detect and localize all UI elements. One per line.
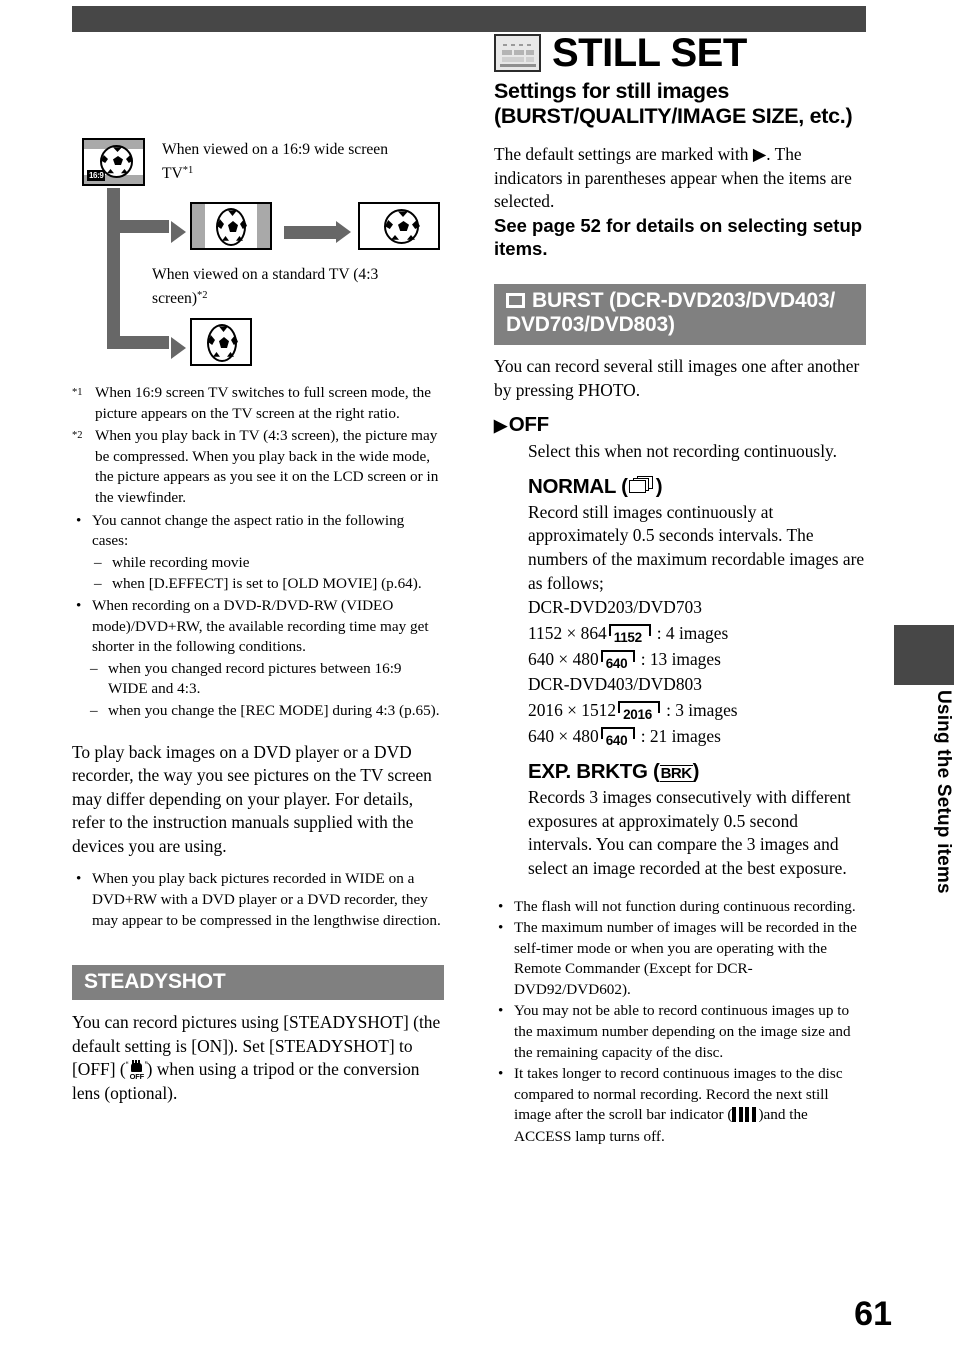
footnote-1: *1 When 16:9 screen TV switches to full … [72, 383, 444, 424]
size-2016-result: : 3 images [666, 700, 738, 721]
note-max-images: The maximum number of images will be rec… [494, 918, 866, 1000]
option-exp-brktg-label: EXP. BRKTG ( [528, 760, 660, 784]
image-size-icon-1152: 1152 [608, 623, 655, 644]
footnote-1-mark: *1 [72, 387, 83, 398]
badge-16-9: 16:9 [87, 170, 106, 181]
steadyshot-off-icon: “” OFF [125, 1060, 148, 1082]
paragraph-dvd-playback: To play back images on a DVD player or a… [72, 741, 432, 856]
bullet-aspect-ratio: You cannot change the aspect ratio in th… [72, 511, 444, 552]
steadyshot-body: You can record pictures using [STEADYSHO… [72, 1011, 444, 1105]
label-standard-screen-sup: *2 [197, 289, 208, 301]
section-header-burst: BURST (DCR-DVD203/DVD403/ DVD703/DVD803) [494, 283, 866, 345]
top-header-band [72, 6, 866, 32]
manual-page: 16:9 When viewed on a 16:9 wide screen T… [0, 0, 954, 1357]
bullet-wide-dvdplusrw-text: When you play back pictures recorded in … [92, 870, 441, 929]
bullet-wide-dvdplusrw: When you play back pictures recorded in … [72, 869, 444, 931]
diagram-trunk [107, 188, 120, 349]
section-header-steadyshot-label: STEADYSHOT [84, 970, 226, 994]
source-16-9-thumbnail: 16:9 [82, 138, 145, 186]
aspect-ratio-diagram: 16:9 When viewed on a 16:9 wide screen T… [72, 130, 444, 373]
footnote-2-text: When you play back in TV (4:3 screen), t… [95, 427, 439, 506]
still-set-icon [494, 34, 541, 72]
note-max-images-text: The maximum number of images will be rec… [514, 919, 857, 998]
bullet-aspect-ratio-text: You cannot change the aspect ratio in th… [92, 511, 405, 550]
footnote-2-mark: *2 [72, 430, 83, 442]
label-wide-screen: When viewed on a 16:9 wide screen TV*1 [162, 140, 402, 184]
page-subtitle-line2: (BURST/QUALITY/IMAGE SIZE, etc.) [494, 104, 853, 128]
option-normal: NORMAL () [528, 474, 866, 500]
burst-square-icon [506, 292, 525, 308]
option-off-label: OFF [508, 413, 549, 437]
sub-bullet-rec-mode: when you change the [REC MODE] during 4:… [72, 701, 444, 722]
option-exp-brktg-body: Records 3 images consecutively with diff… [528, 787, 851, 878]
bullet-dvd-recording-time-text: When recording on a DVD-R/DVD-RW (VIDEO … [92, 596, 429, 656]
intro-text: The default settings are marked with ▶. … [494, 144, 852, 212]
soccer-ball-icon [216, 208, 247, 246]
option-exp-brktg: EXP. BRKTG (BRK) [528, 759, 866, 785]
section-header-burst-line2: DVD703/DVD803) [506, 312, 675, 336]
note-scroll-bar: It takes longer to record continuous ima… [494, 1064, 866, 1147]
size-640b-result: : 21 images [640, 726, 721, 747]
note-flash: The flash will not function during conti… [494, 897, 866, 918]
image-size-icon-2016: 2016 [618, 700, 664, 721]
image-size-icon-640: 640 [600, 649, 639, 670]
model-name-203-703: DCR-DVD203/DVD703 [528, 597, 702, 618]
option-normal-label: NORMAL ( [528, 474, 628, 498]
section-header-burst-line1: BURST (DCR-DVD203/DVD403/ [532, 288, 836, 312]
section-header-steadyshot: STEADYSHOT [72, 965, 444, 1001]
tv-4-3 [190, 318, 252, 366]
default-marker-icon: ▶ [494, 416, 507, 436]
model-name-403-803: DCR-DVD403/DVD803 [528, 674, 702, 695]
sub-bullet-old-movie: when [D.EFFECT] is set to [OLD MOVIE] (p… [72, 574, 444, 595]
size-1152-result: : 4 images [656, 623, 729, 644]
page-subtitle-line1: Settings for still images [494, 79, 730, 103]
stacked-images-icon [628, 475, 655, 493]
option-exp-brktg-label-suffix: ) [692, 760, 700, 784]
label-wide-screen-text: When viewed on a 16:9 wide screen TV [162, 141, 389, 182]
page-title-row: STILL SET [494, 32, 866, 74]
side-tab-block [894, 625, 954, 685]
size-line-640-b: 640 × 480 640 : 21 images [528, 723, 866, 749]
sub-bullet-changed-pictures: when you changed record pictures between… [72, 659, 444, 700]
option-off: ▶ OFF [494, 412, 866, 439]
note-flash-text: The flash will not function during conti… [514, 897, 856, 915]
note-capacity-text: You may not be able to record continuous… [514, 1002, 851, 1061]
size-line-640-a: 640 × 480 640 : 13 images [528, 646, 866, 672]
bullet-dvd-recording-time: When recording on a DVD-R/DVD-RW (VIDEO … [72, 596, 444, 658]
left-column: 16:9 When viewed on a 16:9 wide screen T… [72, 130, 444, 1106]
sub-bullet-recording-movie: while recording movie [72, 553, 444, 574]
label-wide-screen-sup: *1 [182, 164, 194, 176]
size-640b-dimensions: 640 × 480 [528, 726, 599, 747]
size-2016-dimensions: 2016 × 1512 [528, 700, 617, 721]
burst-intro: You can record several still images one … [494, 355, 860, 400]
diagram-branch-standard [107, 336, 169, 349]
right-column: STILL SET Settings for still images (BUR… [494, 32, 866, 1149]
page-title: STILL SET [552, 31, 747, 75]
size-1152-dimensions: 1152 × 864 [528, 623, 607, 644]
footnote-2: *2 When you play back in TV (4:3 screen)… [72, 426, 444, 508]
brk-icon: BRK [659, 765, 693, 783]
size-640a-dimensions: 640 × 480 [528, 649, 599, 670]
size-line-2016: 2016 × 1512 2016 : 3 images [528, 697, 866, 723]
label-standard-screen-text: When viewed on a standard TV (4:3 screen… [152, 266, 379, 307]
diagram-branch-wide [107, 220, 169, 233]
size-line-1152: 1152 × 864 1152 : 4 images [528, 620, 866, 646]
side-tab-label: Using the Setup items [933, 690, 954, 894]
image-size-icon-640: 640 [600, 726, 639, 747]
soccer-ball-icon [384, 209, 420, 244]
scroll-bar-indicator-icon [732, 1106, 758, 1127]
see-page-note: See page 52 for details on selecting set… [494, 214, 863, 260]
option-normal-label-suffix: ) [655, 474, 663, 498]
size-640a-result: : 13 images [640, 649, 721, 670]
tv-16-9-fullscreen [358, 202, 440, 250]
footnote-1-text: When 16:9 screen TV switches to full scr… [95, 384, 432, 422]
note-capacity: You may not be able to record continuous… [494, 1001, 866, 1063]
tv-16-9-pillarboxed [190, 202, 272, 250]
option-normal-body: Record still images continuously at appr… [528, 501, 865, 593]
label-standard-screen: When viewed on a standard TV (4:3 screen… [152, 265, 412, 309]
soccer-ball-icon [207, 324, 238, 362]
page-subtitle: Settings for still images (BURST/QUALITY… [494, 79, 866, 129]
option-off-body: Select this when not recording continuou… [528, 441, 837, 462]
page-number: 61 [854, 1295, 892, 1333]
